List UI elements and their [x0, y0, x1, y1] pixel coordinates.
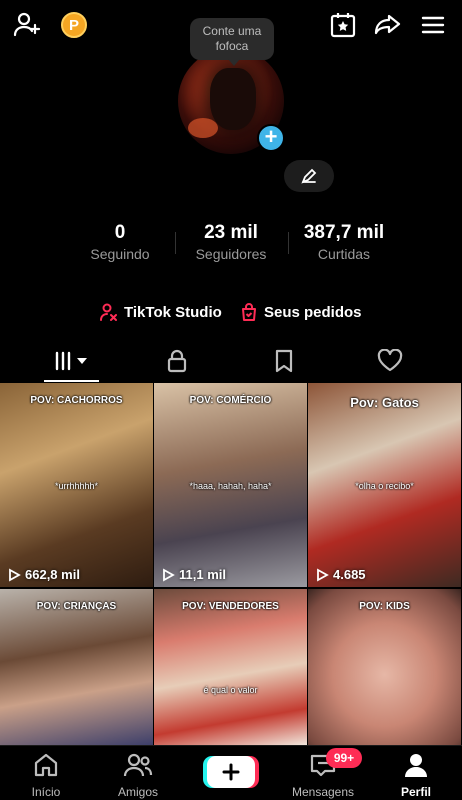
tab-private[interactable]: [157, 348, 197, 374]
profile-actions: TikTok Studio Seus pedidos: [0, 303, 462, 331]
video-grid: POV: CACHORROS *urrhhhhh* 662,8 mil POV:…: [0, 383, 462, 745]
video-caption: é qual o valor: [203, 685, 258, 695]
note-bubble[interactable]: Conte uma fofoca: [190, 18, 274, 66]
stat-likes[interactable]: 387,7 mil Curtidas: [298, 222, 390, 262]
video-caption: *olha o recibo*: [355, 481, 414, 491]
play-icon: [163, 567, 175, 582]
video-thumbnail[interactable]: POV: CRIANÇAS: [0, 589, 153, 745]
nav-home[interactable]: Início: [6, 752, 86, 799]
home-icon: [34, 753, 58, 777]
video-title: POV: CRIANÇAS: [36, 601, 117, 612]
add-friend-icon[interactable]: [12, 10, 42, 40]
video-title: Pov: Gatos: [350, 395, 419, 410]
followers-label: Seguidores: [195, 246, 267, 262]
friends-icon: [123, 753, 153, 777]
video-thumbnail[interactable]: POV: VENDEDORES é qual o valor: [154, 589, 307, 745]
nav-friends[interactable]: Amigos: [98, 752, 178, 799]
video-thumbnail[interactable]: POV: KIDS: [308, 589, 461, 745]
tab-saved[interactable]: [264, 348, 304, 374]
likes-count: 387,7 mil: [303, 222, 385, 243]
stat-followers[interactable]: 23 mil Seguidores: [186, 222, 276, 262]
avatar-glow: [188, 118, 218, 138]
video-title: POV: CACHORROS: [30, 395, 123, 406]
play-icon: [9, 567, 21, 582]
bottom-nav: Início Amigos Mensagens Perfil: [0, 745, 462, 800]
tab-videos[interactable]: [52, 348, 92, 374]
tiktok-studio-link[interactable]: TikTok Studio: [100, 303, 222, 321]
nav-friends-label: Amigos: [117, 785, 158, 799]
video-views: 11,1 mil: [161, 567, 226, 582]
lock-icon: [167, 349, 187, 373]
heart-icon: [377, 349, 403, 372]
video-views: 662,8 mil: [7, 567, 80, 582]
menu-icon[interactable]: [418, 10, 448, 40]
profile-tabs: [0, 340, 462, 384]
stat-divider: [288, 232, 289, 254]
messages-badge: 99+: [326, 748, 362, 768]
nav-profile-label: Perfil: [400, 785, 431, 799]
tab-liked[interactable]: [370, 348, 410, 374]
views-count: 662,8 mil: [25, 567, 80, 582]
active-tab-indicator: [44, 380, 99, 382]
following-count: 0: [114, 222, 126, 243]
orders-link[interactable]: Seus pedidos: [240, 303, 362, 321]
profile-stats: 0 Seguindo 23 mil Seguidores 387,7 mil C…: [0, 222, 462, 268]
share-icon[interactable]: [372, 10, 402, 40]
video-thumbnail[interactable]: POV: COMÉRCIO *haaa, hahah, haha* 11,1 m…: [154, 383, 307, 587]
stat-following[interactable]: 0 Seguindo: [80, 222, 160, 262]
calendar-star-icon[interactable]: [328, 10, 358, 40]
video-title: POV: VENDEDORES: [182, 601, 279, 612]
views-count: 11,1 mil: [179, 567, 226, 582]
video-thumbnail[interactable]: POV: CACHORROS *urrhhhhh* 662,8 mil: [0, 383, 153, 587]
edit-profile-button[interactable]: [284, 160, 334, 192]
orders-label: Seus pedidos: [264, 303, 362, 321]
shopping-bag-icon: [242, 303, 256, 321]
video-caption: *haaa, hahah, haha*: [189, 481, 272, 491]
play-icon: [317, 567, 329, 582]
create-button[interactable]: [207, 756, 255, 788]
studio-label: TikTok Studio: [124, 303, 222, 321]
points-badge[interactable]: P: [61, 12, 87, 38]
avatar-figure: [210, 68, 256, 130]
pencil-icon: [301, 168, 317, 184]
nav-home-label: Início: [31, 785, 61, 799]
following-label: Seguindo: [90, 246, 150, 262]
video-thumbnail[interactable]: Pov: Gatos *olha o recibo* 4.685: [308, 383, 461, 587]
video-title: POV: KIDS: [359, 601, 410, 612]
stat-divider: [175, 232, 176, 254]
video-views: 4.685: [315, 567, 366, 582]
video-title: POV: COMÉRCIO: [189, 395, 272, 406]
profile-icon: [405, 754, 427, 777]
studio-person-icon: [100, 303, 117, 321]
nav-profile[interactable]: Perfil: [376, 752, 456, 799]
likes-label: Curtidas: [317, 246, 371, 262]
followers-count: 23 mil: [204, 222, 258, 243]
views-count: 4.685: [333, 567, 366, 582]
nav-messages-label: Mensagens: [291, 785, 355, 799]
videos-grid-icon: [55, 351, 87, 371]
video-caption: *urrhhhhh*: [54, 481, 99, 491]
plus-icon: [222, 763, 240, 781]
bookmark-icon: [275, 349, 293, 373]
add-avatar-button[interactable]: +: [257, 124, 285, 152]
